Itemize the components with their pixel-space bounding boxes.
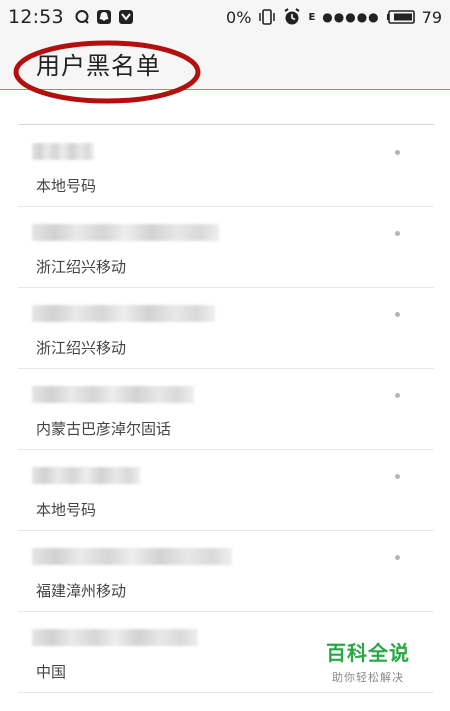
blurred-phone-number [32,467,140,484]
watermark-logo: 百科全说 助你轻松解决 [311,632,425,690]
blacklist-item[interactable]: 内蒙古巴彦淖尔固话 [18,369,434,450]
shield-icon [118,10,133,24]
screen: 12:53 0% E ●●●●● 79 用户黑名单 本地号码 浙江绍兴移动 浙江… [0,0,450,711]
vibrate-icon [259,9,276,25]
alarm-icon [284,8,300,25]
signal-dots: ●●●●● [322,10,380,24]
more-dot-icon[interactable] [395,555,400,560]
status-bar: 12:53 0% E ●●●●● 79 [0,0,450,34]
blacklist-item[interactable]: 浙江绍兴移动 [18,207,434,288]
blurred-phone-number [32,305,215,322]
watermark-title: 百科全说 [326,641,410,665]
blurred-phone-number [32,143,94,160]
blacklist-item[interactable]: 本地号码 [18,450,434,531]
more-dot-icon[interactable] [395,231,400,236]
blacklist-item[interactable]: 浙江绍兴移动 [18,288,434,369]
list-divider [18,124,434,125]
status-right: 0% E ●●●●● 79 [226,8,442,27]
battery-level: 79 [421,7,442,27]
blurred-phone-number [32,386,194,403]
blurred-phone-number [32,548,232,565]
item-location: 浙江绍兴移动 [36,258,127,276]
percent-label: 0% [226,7,252,27]
item-location: 浙江绍兴移动 [36,339,127,357]
blacklist-item[interactable]: 福建漳州移动 [18,531,434,612]
network-type: E [308,11,316,23]
blacklist-item[interactable]: 本地号码 [18,126,434,207]
notification-icons [74,9,134,25]
item-location: 福建漳州移动 [36,582,127,600]
watermark-subtitle: 助你轻松解决 [332,671,404,684]
annotation-circle [13,40,201,104]
qq-icon [75,10,89,24]
more-dot-icon[interactable] [395,312,400,317]
blurred-phone-number [32,629,198,646]
blurred-phone-number [32,224,219,241]
more-dot-icon[interactable] [395,393,400,398]
item-location: 内蒙古巴彦淖尔固话 [36,420,172,438]
battery-icon [386,10,415,24]
ghost-icon [96,10,111,24]
status-time: 12:53 [8,6,64,28]
item-location: 中国 [36,663,67,681]
more-dot-icon[interactable] [395,150,400,155]
more-dot-icon[interactable] [395,474,400,479]
item-location: 本地号码 [36,501,97,519]
item-location: 本地号码 [36,177,97,195]
blacklist: 本地号码 浙江绍兴移动 浙江绍兴移动 内蒙古巴彦淖尔固话 本地号码 福建漳州移动 [18,126,434,693]
